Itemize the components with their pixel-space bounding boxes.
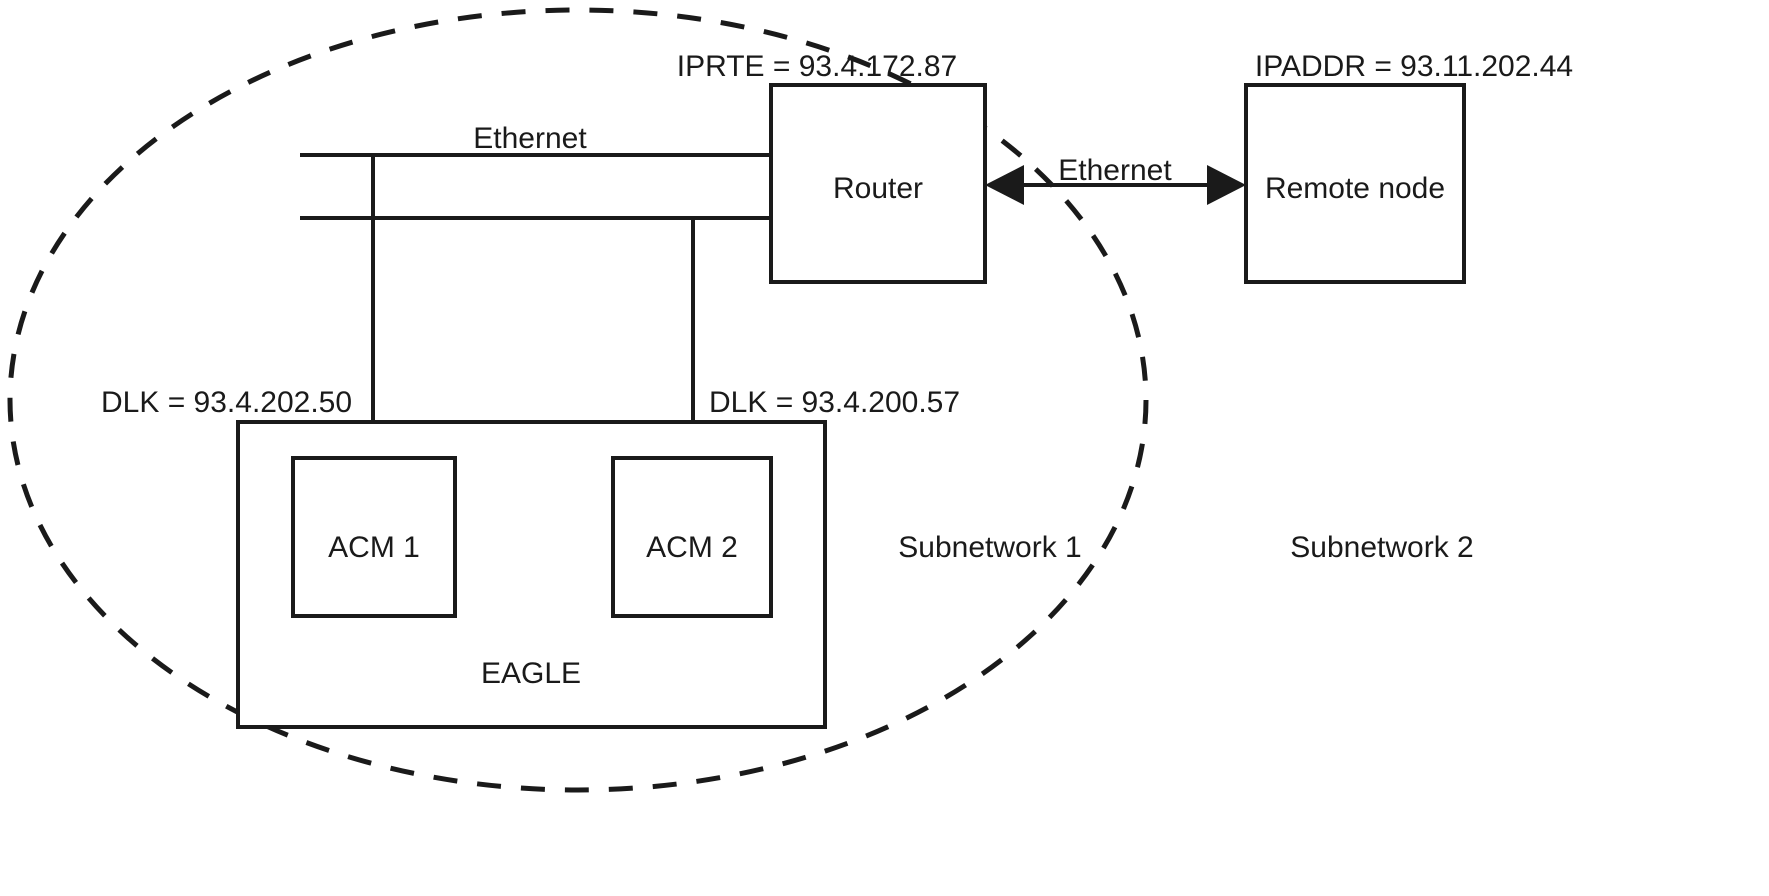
remote-node-label: Remote node xyxy=(1265,172,1445,205)
acm1-label: ACM 1 xyxy=(328,531,420,564)
wan-arrow-head-left-icon xyxy=(985,165,1024,205)
remote-node-address-label: IPADDR = 93.11.202.44 xyxy=(1255,50,1573,83)
router-label: Router xyxy=(833,172,923,205)
acm2-label: ACM 2 xyxy=(646,531,738,564)
eagle-label: EAGLE xyxy=(481,657,581,690)
router-address-label: IPRTE = 93.4.172.87 xyxy=(677,50,957,83)
subnetwork1-label: Subnetwork 1 xyxy=(898,531,1081,564)
wan-arrow-head-right-icon xyxy=(1207,165,1246,205)
network-diagram-svg: IPRTE = 93.4.172.87 IPADDR = 93.11.202.4… xyxy=(7,7,1573,793)
acm1-dlk-address-label: DLK = 93.4.202.50 xyxy=(101,386,352,419)
lan-ethernet-label: Ethernet xyxy=(473,122,587,155)
wan-ethernet-label: Ethernet xyxy=(1058,154,1172,187)
subnetwork2-label: Subnetwork 2 xyxy=(1290,531,1473,564)
network-diagram-canvas: IPRTE = 93.4.172.87 IPADDR = 93.11.202.4… xyxy=(0,0,1769,896)
acm2-dlk-address-label: DLK = 93.4.200.57 xyxy=(709,386,960,419)
